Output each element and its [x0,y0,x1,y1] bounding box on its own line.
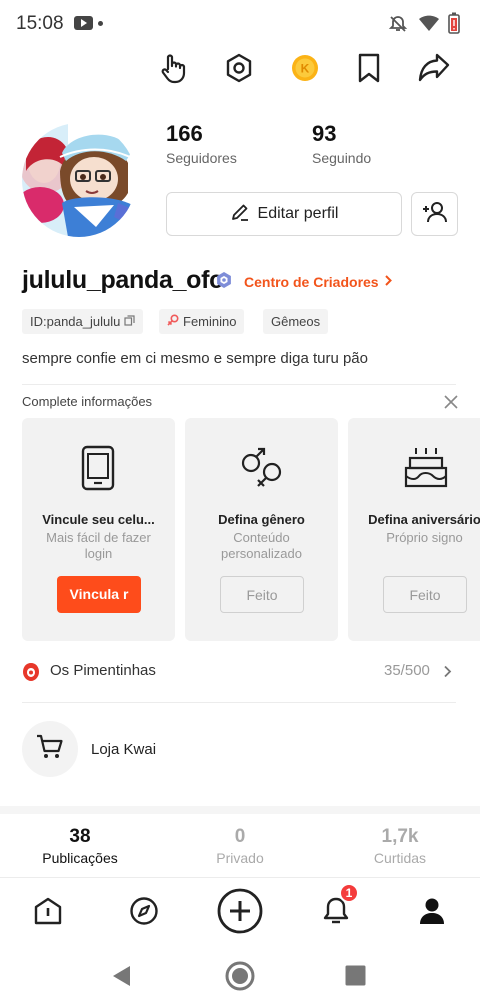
followers-label: Seguidores [166,150,237,166]
card-subtitle: Mais fácil de fazer login [46,530,151,561]
close-icon[interactable] [443,394,459,415]
add-friend-button[interactable] [411,192,458,236]
following-count: 93 [312,121,337,146]
youtube-notification-icon [74,16,93,30]
cake-icon [402,444,450,497]
card-title: Defina gênero [218,512,305,527]
card-title: Defina aniversário [368,512,480,527]
pimentinhas-count: 35/500 [384,662,430,679]
user-id-text: ID:panda_jululu [30,314,121,329]
avatar[interactable] [22,123,136,237]
svg-text:K: K [301,62,310,76]
nav-create-icon[interactable] [216,888,264,934]
chevron-right-icon [384,273,393,289]
coin-icon[interactable]: K [287,50,323,86]
bio: sempre confie em ci mesmo e sempre diga … [22,350,368,367]
divider [22,384,456,385]
tab-likes-label: Curtidas [373,850,427,866]
chevron-right-icon [443,665,452,683]
nav-home-icon[interactable] [24,888,72,934]
nav-profile-icon[interactable] [408,888,456,934]
tab-private-label: Privado [216,850,264,866]
pepper-fan-icon [22,662,40,687]
notification-badge: 1 [339,883,359,903]
battery-icon [448,12,460,39]
link-phone-card[interactable]: Vincule seu celu... Mais fácil de fazer … [22,418,175,641]
notification-dot-icon [98,21,103,26]
home-circle-icon[interactable] [225,961,255,996]
tab-likes-count: 1,7k [381,826,419,847]
add-user-icon [422,200,448,229]
creator-center-label: Centro de Criadores [244,274,379,290]
edit-profile-button[interactable]: Editar perfil [166,192,402,236]
complete-info-title: Complete informações [22,394,153,409]
followers-count: 166 [166,121,203,146]
copy-icon [124,314,135,329]
shop-button[interactable] [22,721,78,777]
divider [0,877,480,878]
settings-hexagon-icon[interactable] [221,50,257,86]
zodiac-tag: Gêmeos [263,309,329,334]
card-subtitle: Conteúdo personalizado [221,530,302,561]
tab-publications-label: Publicações [42,850,118,866]
back-triangle-icon[interactable] [110,964,132,993]
female-icon [167,314,179,329]
wifi-icon [418,14,440,37]
user-id-tag[interactable]: ID:panda_jululu [22,309,144,334]
tab-likes[interactable]: 1,7k Curtidas [340,826,460,866]
username: jululu_panda_ofc [22,266,223,294]
verified-badge-icon [215,271,233,294]
share-icon[interactable] [416,50,452,86]
divider [22,702,456,703]
following-label: Seguindo [312,150,372,166]
link-phone-button[interactable]: Vincula r [57,576,141,613]
section-divider [0,806,480,814]
shop-label[interactable]: Loja Kwai [91,741,156,758]
recent-apps-square-icon[interactable] [345,965,366,991]
bookmark-icon[interactable] [351,50,387,86]
set-gender-done-button[interactable]: Feito [220,576,304,613]
phone-icon [80,444,116,497]
do-not-disturb-icon [388,14,408,39]
tab-publications-count: 38 [69,826,91,847]
set-birthday-done-button[interactable]: Feito [383,576,467,613]
creator-center-link[interactable]: Centro de Criadores [244,273,393,290]
followers-stat[interactable]: 166 Seguidores [166,121,237,166]
edit-profile-label: Editar perfil [257,205,339,222]
pimentinhas-label: Os Pimentinhas [50,662,156,679]
card-subtitle: Próprio signo [386,530,463,545]
pencil-icon [230,202,250,227]
following-stat[interactable]: 93 Seguindo [312,121,371,166]
zodiac-text: Gêmeos [271,314,321,329]
status-time: 15:08 [16,13,64,34]
set-gender-card[interactable]: Defina gênero Conteúdo personalizado Fei… [185,418,338,641]
set-birthday-card[interactable]: Defina aniversário Próprio signo Feito [348,418,480,641]
tab-private[interactable]: 0 Privado [180,826,300,866]
nav-discover-icon[interactable] [120,888,168,934]
card-title: Vincule seu celu... [42,512,155,527]
tab-private-count: 0 [234,826,246,847]
gender-icon [238,446,286,495]
hand-wave-icon[interactable] [156,50,192,86]
gender-text: Feminino [183,314,237,329]
shopping-cart-icon [36,734,64,765]
gender-tag: Feminino [159,309,245,334]
tab-publications[interactable]: 38 Publicações [20,826,140,866]
